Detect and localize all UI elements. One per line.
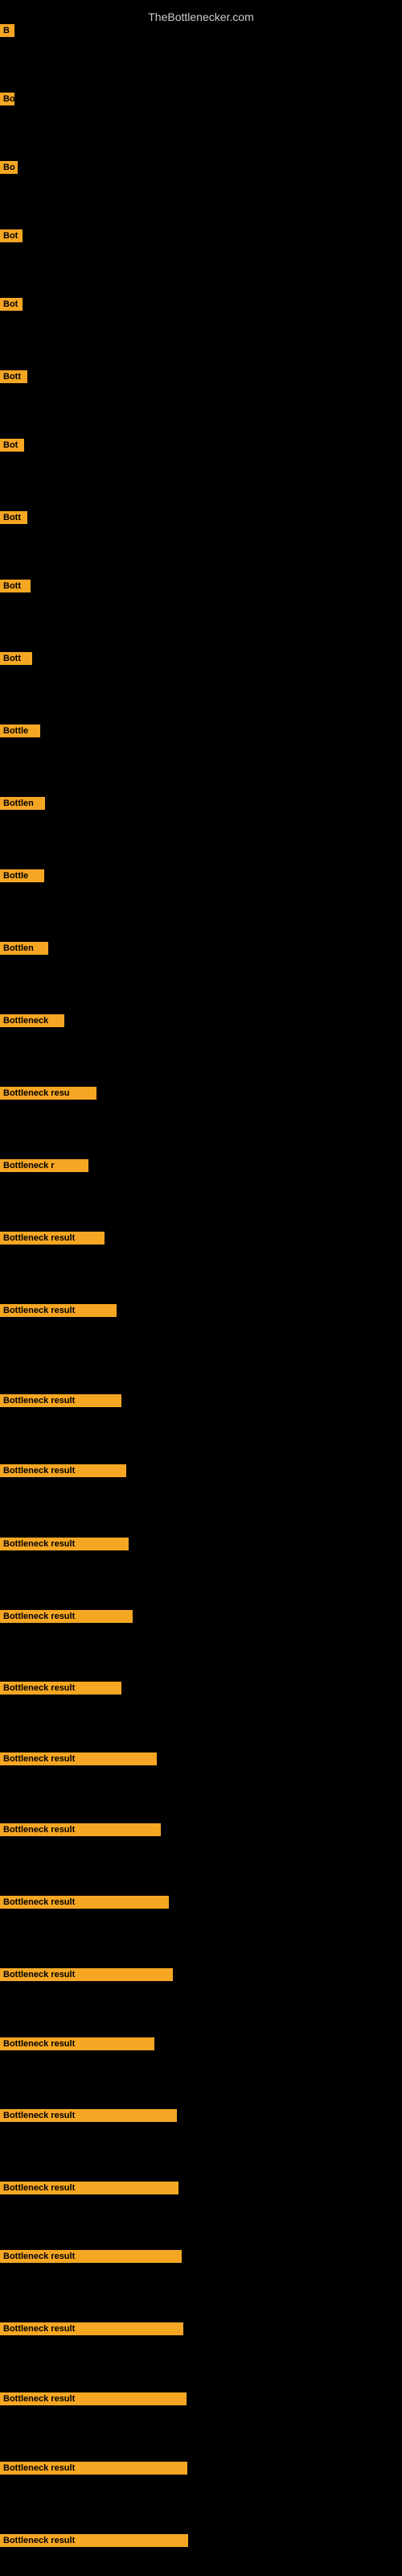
bar-label: Bottleneck r [0, 1159, 88, 1172]
bar-label: Bottleneck result [0, 2322, 183, 2335]
bar-item: Bottleneck resu [0, 1087, 96, 1104]
site-title: TheBottlenecker.com [0, 4, 402, 30]
bar-item: Bottle [0, 724, 40, 741]
bar-label: Bot [0, 229, 23, 242]
bar-label: Bottleneck result [0, 1232, 105, 1245]
bar-label: Bottleneck result [0, 2109, 177, 2122]
bar-item: Bottleneck r [0, 1159, 88, 1176]
bar-label: Bottleneck result [0, 1464, 126, 1477]
bar-label: Bottleneck result [0, 2250, 182, 2263]
bar-label: Bottleneck result [0, 1538, 129, 1550]
bar-label: Bo [0, 93, 14, 105]
bar-item: Bottlen [0, 797, 45, 814]
bar-item: Bottleneck result [0, 1304, 117, 1321]
bar-label: B [0, 24, 14, 37]
bar-label: Bottleneck result [0, 2037, 154, 2050]
bar-item: Bott [0, 580, 31, 597]
bar-item: Bottleneck result [0, 1232, 105, 1249]
bar-label: Bott [0, 652, 32, 665]
bar-label: Bottleneck result [0, 1394, 121, 1407]
bar-item: Bo [0, 161, 18, 178]
bar-label: Bot [0, 439, 24, 452]
bar-item: Bot [0, 439, 24, 456]
bar-item: Bo [0, 93, 14, 109]
bar-label: Bottleneck result [0, 1304, 117, 1317]
bar-label: Bottlen [0, 942, 48, 955]
bar-label: Bottlen [0, 797, 45, 810]
bar-label: Bottleneck result [0, 1610, 133, 1623]
bar-item: Bottleneck result [0, 1968, 173, 1985]
bar-item: Bottlen [0, 942, 48, 959]
bar-label: Bottleneck [0, 1014, 64, 1027]
bar-item: Bottleneck result [0, 2109, 177, 2126]
bar-label: Bottleneck result [0, 1752, 157, 1765]
bar-label: Bottle [0, 869, 44, 882]
bar-label: Bott [0, 370, 27, 383]
bar-label: Bottleneck resu [0, 1087, 96, 1100]
bar-item: Bottleneck result [0, 2182, 178, 2198]
bar-label: Bot [0, 298, 23, 311]
bar-item: Bottleneck result [0, 2462, 187, 2479]
bar-label: Bottleneck result [0, 2462, 187, 2475]
bar-label: Bott [0, 511, 27, 524]
bar-label: Bottleneck result [0, 2534, 188, 2547]
bar-item: Bottleneck result [0, 1896, 169, 1913]
bar-label: Bott [0, 580, 31, 592]
bar-label: Bottleneck result [0, 1682, 121, 1695]
bar-item: Bottleneck result [0, 1394, 121, 1411]
bar-label: Bottleneck result [0, 2182, 178, 2194]
bar-label: Bo [0, 161, 18, 174]
bar-item: Bottleneck result [0, 2392, 187, 2409]
bar-item: Bottle [0, 869, 44, 886]
bar-item: Bottleneck result [0, 1610, 133, 1627]
bar-item: Bottleneck result [0, 1752, 157, 1769]
bar-item: Bottleneck result [0, 1464, 126, 1481]
bar-item: Bot [0, 229, 23, 246]
bar-item: Bottleneck result [0, 2037, 154, 2054]
bar-item: Bottleneck [0, 1014, 64, 1031]
bar-item: Bottleneck result [0, 1538, 129, 1554]
bar-item: Bottleneck result [0, 2322, 183, 2339]
bar-label: Bottleneck result [0, 1968, 173, 1981]
bar-item: Bottleneck result [0, 1823, 161, 1840]
bar-item: Bottleneck result [0, 2534, 188, 2551]
bar-item: Bott [0, 652, 32, 669]
bar-item: Bottleneck result [0, 1682, 121, 1699]
bar-label: Bottleneck result [0, 1823, 161, 1836]
bar-item: Bott [0, 511, 27, 528]
bar-label: Bottleneck result [0, 1896, 169, 1909]
bar-item: Bot [0, 298, 23, 315]
bar-label: Bottleneck result [0, 2392, 187, 2405]
bar-label: Bottle [0, 724, 40, 737]
bar-item: Bottleneck result [0, 2250, 182, 2267]
bar-item: Bott [0, 370, 27, 387]
bar-item: B [0, 24, 14, 41]
